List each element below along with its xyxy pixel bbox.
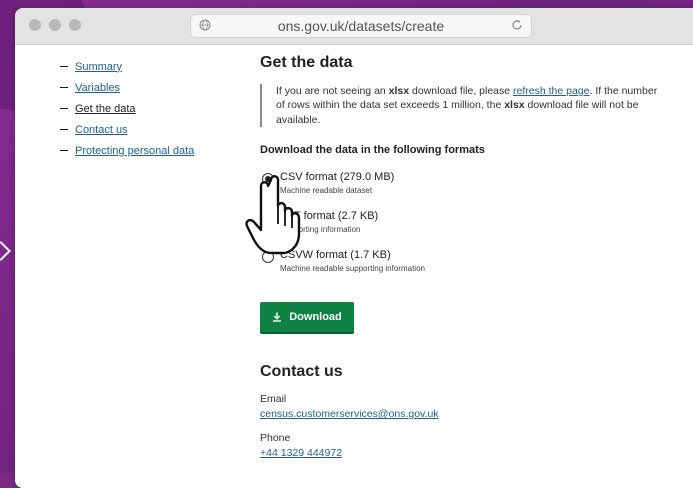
address-bar[interactable]: ons.gov.uk/datasets/create	[190, 14, 532, 38]
nav-dash	[60, 150, 68, 151]
phone-link[interactable]: +44 1329 444972	[260, 447, 342, 459]
sidebar-item-label[interactable]: Protecting personal data	[75, 145, 194, 157]
sidebar-item-label[interactable]: Get the data	[75, 103, 136, 115]
phone-label: Phone	[260, 432, 291, 444]
nav-dash	[60, 66, 68, 67]
format-radio-group: CSV format (279.0 MB) Machine readable d…	[260, 168, 680, 285]
notice-panel: If you are not seeing an xlsx download f…	[260, 84, 666, 127]
notice-bold: xlsx	[504, 99, 525, 112]
format-option-txt[interactable]: TXT format (2.7 KB) Supporting informati…	[260, 207, 680, 246]
hand-pointer-icon	[245, 175, 301, 255]
email-label: Email	[260, 393, 287, 405]
sidebar-item-summary[interactable]: Summary	[60, 56, 220, 77]
notice-bold: xlsx	[388, 85, 410, 97]
browser-titlebar: ons.gov.uk/datasets/create	[15, 8, 693, 45]
nav-dash	[60, 108, 68, 109]
refresh-page-link[interactable]: refresh the page	[513, 85, 589, 97]
format-option-csvw[interactable]: CSVW format (1.7 KB) Machine readable su…	[260, 246, 680, 285]
nav-dash	[60, 129, 68, 130]
sidebar-item-get-the-data[interactable]: Get the data	[60, 98, 220, 119]
nav-dash	[60, 87, 68, 88]
minimize-window-dot[interactable]	[49, 19, 61, 31]
page-title: Get the data	[260, 54, 353, 71]
notice-text: If you are not seeing an	[276, 85, 389, 97]
close-window-dot[interactable]	[29, 19, 41, 31]
url-text: ons.gov.uk/datasets/create	[277, 18, 445, 34]
maximize-window-dot[interactable]	[69, 19, 81, 31]
format-description: Machine readable supporting information	[280, 263, 425, 273]
sidebar-item-variables[interactable]: Variables	[60, 77, 220, 98]
email-link[interactable]: census.customerservices@ons.gov.uk	[260, 408, 439, 420]
chevron-right-icon	[0, 241, 11, 261]
format-option-csv[interactable]: CSV format (279.0 MB) Machine readable d…	[260, 168, 680, 207]
main-content: Get the data If you are not seeing an xl…	[260, 54, 680, 459]
sidebar-item-protecting-personal-data[interactable]: Protecting personal data	[60, 140, 220, 161]
sidebar-item-contact-us[interactable]: Contact us	[60, 119, 220, 140]
sidebar-item-label[interactable]: Summary	[75, 61, 122, 73]
download-label: Download	[289, 311, 342, 323]
notice-text: download file, please	[409, 85, 514, 97]
contact-title: Contact us	[260, 363, 343, 380]
browser-window: ons.gov.uk/datasets/create Summary Varia…	[15, 8, 693, 488]
reload-icon[interactable]	[511, 19, 523, 31]
download-button[interactable]: Download	[260, 302, 354, 332]
sidebar-item-label[interactable]: Contact us	[75, 124, 128, 136]
download-icon	[273, 312, 282, 322]
sidebar-nav: Summary Variables Get the data Contact u…	[60, 56, 220, 161]
sidebar-item-label[interactable]: Variables	[75, 82, 120, 94]
formats-heading: Download the data in the following forma…	[260, 143, 485, 156]
